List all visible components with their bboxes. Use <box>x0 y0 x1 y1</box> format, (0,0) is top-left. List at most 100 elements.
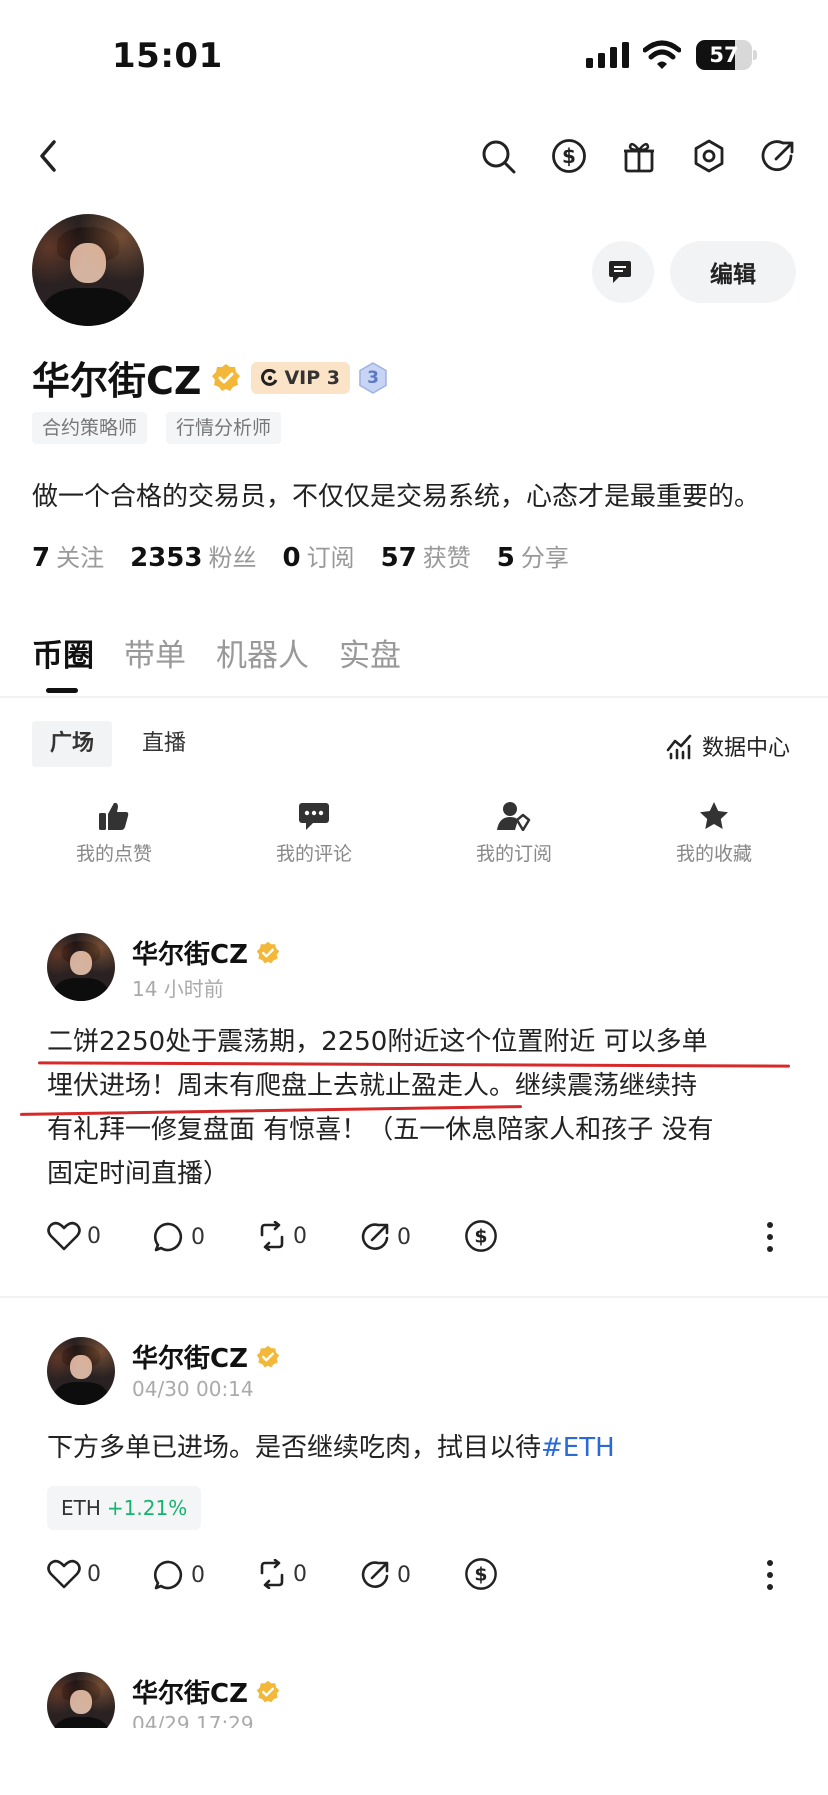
edit-profile-button[interactable]: 编辑 <box>670 241 796 303</box>
tab-crypto[interactable]: 币圈 <box>32 630 94 675</box>
repost-count: 0 <box>293 1561 307 1587</box>
stat-shares[interactable]: 5 分享 <box>497 538 569 573</box>
quick-action-label: 我的点赞 <box>75 843 152 865</box>
stat-subscriptions[interactable]: 0 订阅 <box>282 538 354 573</box>
post-time: 04/29 17:29 <box>132 1712 254 1728</box>
data-center-label: 数据中心 <box>702 736 791 761</box>
comment-bubble-icon <box>153 1222 183 1252</box>
comment-bubble-icon <box>153 1560 183 1590</box>
more-options-icon[interactable] <box>766 1559 774 1591</box>
star-icon <box>700 802 728 829</box>
verified-badge-icon <box>256 941 280 965</box>
post-author-name[interactable]: 华尔街CZ <box>132 934 248 971</box>
comment-button[interactable]: 0 <box>153 1559 205 1591</box>
vip-label: VIP 3 <box>284 366 340 389</box>
share-icon[interactable] <box>761 138 797 174</box>
comment-button[interactable]: 0 <box>153 1221 205 1253</box>
more-options-icon[interactable] <box>766 1221 774 1253</box>
thumbs-up-icon <box>99 802 129 830</box>
tip-button[interactable]: $ <box>464 1219 498 1253</box>
repost-count: 0 <box>293 1223 307 1249</box>
svg-text:$: $ <box>474 1226 487 1248</box>
post-actions: 0 0 0 0 $ <box>47 1557 787 1597</box>
coin-symbol: ETH <box>61 1496 101 1520</box>
battery-tip <box>753 50 757 60</box>
post-text-line: 有礼拜一修复盘面 有惊喜！（五一休息陪家人和孩子 没有 <box>47 1115 714 1145</box>
stat-following[interactable]: 7 关注 <box>32 538 104 573</box>
quick-action-my-favorites[interactable]: 我的收藏 <box>634 801 794 866</box>
post-item-partial: 华尔街CZ 04/29 17:29 <box>0 1660 828 1728</box>
comment-icon <box>299 803 329 830</box>
tab-active-indicator <box>46 688 78 693</box>
verified-badge-icon <box>256 1680 280 1704</box>
post-author-row: 华尔街CZ <box>132 1673 280 1710</box>
level-number: 3 <box>367 367 379 388</box>
gift-icon[interactable] <box>621 138 657 174</box>
subtab-live[interactable]: 直播 <box>124 721 204 767</box>
quick-action-my-comments[interactable]: 我的评论 <box>234 801 394 866</box>
post-text-body: 下方多单已进场。是否继续吃肉，拭目以待 <box>47 1433 542 1463</box>
post-text-line: 固定时间直播） <box>47 1159 230 1189</box>
subtab-square[interactable]: 广场 <box>32 721 113 767</box>
wifi-icon <box>643 40 681 70</box>
profile-tag: 行情分析师 <box>166 412 282 444</box>
share-arrow-icon <box>361 1561 389 1588</box>
post-author-row: 华尔街CZ <box>132 1338 280 1375</box>
back-icon[interactable] <box>34 138 62 174</box>
svg-text:$: $ <box>474 1564 487 1586</box>
post-author-name[interactable]: 华尔街CZ <box>132 1673 248 1710</box>
hashtag-link[interactable]: #ETH <box>541 1433 615 1463</box>
post-time: 04/30 00:14 <box>132 1377 254 1401</box>
heart-icon <box>47 1559 81 1589</box>
post-author-avatar[interactable] <box>47 1337 115 1405</box>
stat-likes[interactable]: 57 获赞 <box>381 538 471 573</box>
tip-coin-icon[interactable]: $ <box>551 138 587 174</box>
stat-followers[interactable]: 2353 粉丝 <box>130 538 256 573</box>
data-center-link[interactable]: 数据中心 <box>666 730 790 762</box>
vip-badge: VIP 3 <box>251 361 350 394</box>
post-author-avatar[interactable] <box>47 1672 115 1728</box>
share-button[interactable]: 0 <box>359 1559 411 1591</box>
quick-action-my-subscriptions[interactable]: 我的订阅 <box>434 801 594 866</box>
svg-text:$: $ <box>562 144 576 168</box>
heart-icon <box>47 1221 81 1251</box>
like-count: 0 <box>87 1223 101 1249</box>
like-button[interactable]: 0 <box>47 1559 101 1589</box>
profile-tag: 合约策略师 <box>32 412 148 444</box>
repost-button[interactable]: 0 <box>257 1221 307 1251</box>
post-author-avatar[interactable] <box>47 933 115 1001</box>
tip-coin-icon: $ <box>465 1558 497 1590</box>
repost-button[interactable]: 0 <box>257 1559 307 1589</box>
share-count: 0 <box>397 1224 411 1250</box>
post-author-row: 华尔街CZ <box>132 934 280 971</box>
verified-badge-icon <box>211 363 241 393</box>
coin-price-tag[interactable]: ETH +1.21% <box>47 1486 202 1530</box>
chart-icon <box>666 734 692 760</box>
signal-icon <box>586 42 630 68</box>
like-count: 0 <box>87 1561 101 1587</box>
message-button[interactable] <box>592 241 654 303</box>
comment-count: 0 <box>191 1224 205 1250</box>
settings-icon[interactable] <box>691 138 727 174</box>
level-badge: 3 <box>358 361 388 394</box>
post-time: 14 小时前 <box>132 977 224 1001</box>
tip-coin-icon: $ <box>465 1220 497 1252</box>
subscriber-icon <box>497 802 531 831</box>
share-count: 0 <box>397 1562 411 1588</box>
post-author-name[interactable]: 华尔街CZ <box>132 1338 248 1375</box>
quick-action-my-likes[interactable]: 我的点赞 <box>34 801 194 866</box>
tab-bots[interactable]: 机器人 <box>216 630 309 675</box>
search-icon[interactable] <box>481 139 517 175</box>
verified-badge-icon <box>256 1345 280 1369</box>
tip-button[interactable]: $ <box>464 1557 498 1591</box>
tab-live-account[interactable]: 实盘 <box>339 630 401 675</box>
share-button[interactable]: 0 <box>359 1221 411 1253</box>
like-button[interactable]: 0 <box>47 1221 101 1251</box>
profile-avatar[interactable] <box>32 214 144 326</box>
status-time: 15:01 <box>112 36 223 76</box>
profile-name: 华尔街CZ <box>32 359 202 403</box>
profile-bio: 做一个合格的交易员，不仅仅是交易系统，心态才是最重要的。 <box>32 482 761 512</box>
battery-level: 57 <box>709 43 739 67</box>
tab-copy-trading[interactable]: 带单 <box>124 630 186 675</box>
comment-count: 0 <box>191 1562 205 1588</box>
